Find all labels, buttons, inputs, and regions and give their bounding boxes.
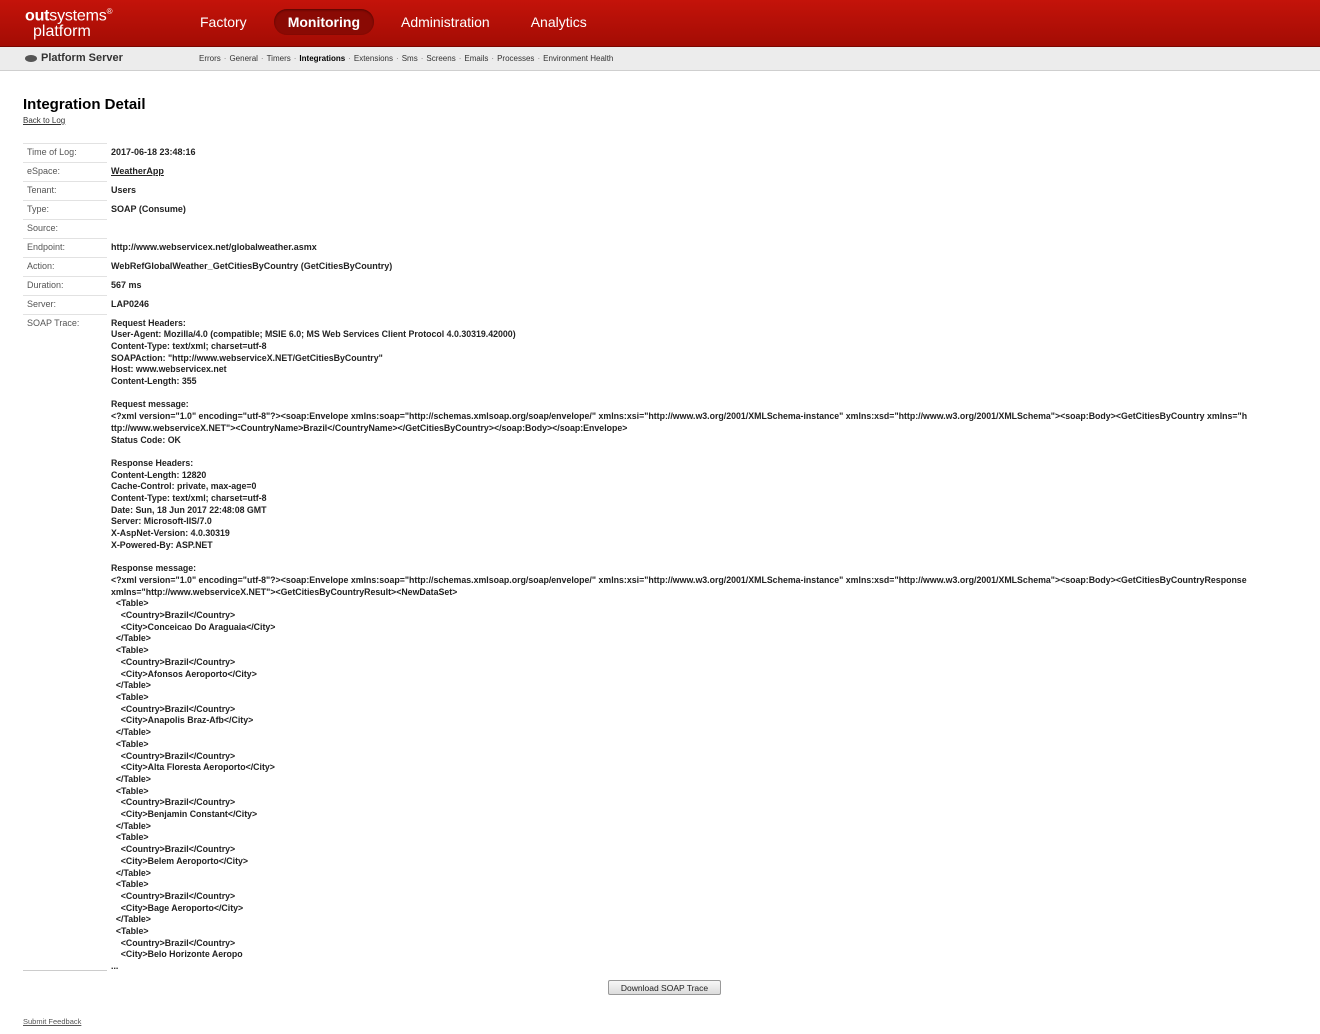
endpoint-label: Endpoint:	[23, 238, 107, 258]
type-label: Type:	[23, 200, 107, 220]
soap-trace-label: SOAP Trace:	[23, 313, 107, 976]
action-label: Action:	[23, 257, 107, 277]
detail-row-soap-trace: SOAP Trace: Request Headers: User-Agent:…	[23, 313, 1248, 976]
duration-value: 567 ms	[111, 279, 142, 290]
sub-nav: Errors · General · Timers · Integrations · Exten…	[199, 54, 614, 63]
detail-row-time: Time of Log: 2017-06-18 23:48:16	[23, 143, 1247, 163]
main-nav: Factory Monitoring Administration Analyt…	[186, 9, 614, 35]
time-of-log-value: 2017-06-18 23:48:16	[111, 146, 196, 157]
tenant-label: Tenant:	[23, 181, 107, 201]
subnav-extensions[interactable]: Extensions	[354, 54, 393, 63]
soap-trace-text: Request Headers: User-Agent: Mozilla/4.0…	[111, 317, 1248, 972]
back-to-log-link[interactable]: Back to Log	[23, 116, 65, 125]
subnav-processes[interactable]: Processes	[497, 54, 534, 63]
logo-line1: outsystems®	[25, 7, 113, 25]
detail-row-tenant: Tenant: Users	[23, 181, 1247, 201]
page-title: Integration Detail	[23, 96, 146, 113]
action-value: WebRefGlobalWeather_GetCitiesByCountry (…	[111, 260, 393, 271]
nav-monitoring[interactable]: Monitoring	[273, 9, 374, 35]
detail-row-server: Server: LAP0246	[23, 295, 1247, 315]
eye-icon	[25, 54, 37, 62]
espace-link[interactable]: WeatherApp	[111, 166, 164, 176]
endpoint-value: http://www.webservicex.net/globalweather…	[111, 241, 317, 252]
submit-feedback-link[interactable]: Submit Feedback	[23, 1017, 81, 1026]
server-label: Server:	[23, 295, 107, 315]
nav-analytics[interactable]: Analytics	[517, 9, 601, 35]
detail-row-endpoint: Endpoint: http://www.webservicex.net/glo…	[23, 238, 1247, 258]
table-bottom-divider	[23, 970, 107, 971]
sub-bar: Platform Server Errors · General · Timers · In…	[0, 47, 1320, 71]
nav-administration[interactable]: Administration	[387, 9, 504, 35]
top-bar: outsystems® platform Factory Monitoring …	[0, 0, 1320, 47]
time-of-log-label: Time of Log:	[23, 143, 107, 163]
detail-row-source: Source:	[23, 219, 1247, 239]
server-value: LAP0246	[111, 298, 150, 309]
subnav-timers[interactable]: Timers	[267, 54, 291, 63]
espace-label: eSpace:	[23, 162, 107, 182]
detail-row-espace: eSpace: WeatherApp	[23, 162, 1247, 182]
subnav-integrations[interactable]: Integrations	[299, 54, 345, 63]
logo-line2: platform	[33, 23, 91, 41]
outsystems-logo[interactable]: outsystems® platform	[25, 4, 112, 40]
detail-row-action: Action: WebRefGlobalWeather_GetCitiesByC…	[23, 257, 1247, 277]
source-label: Source:	[23, 219, 107, 239]
subnav-errors[interactable]: Errors	[199, 54, 221, 63]
platform-server-label: Platform Server	[41, 52, 123, 64]
integration-detail-table: Time of Log: 2017-06-18 23:48:16 eSpace:…	[23, 143, 1247, 976]
type-value: SOAP (Consume)	[111, 203, 186, 214]
subnav-general[interactable]: General	[229, 54, 257, 63]
download-soap-trace-button[interactable]: Download SOAP Trace	[608, 980, 721, 995]
subnav-sms[interactable]: Sms	[402, 54, 418, 63]
subnav-emails[interactable]: Emails	[464, 54, 488, 63]
detail-row-duration: Duration: 567 ms	[23, 276, 1247, 296]
source-value	[107, 220, 1247, 239]
duration-label: Duration:	[23, 276, 107, 296]
subnav-environment-health[interactable]: Environment Health	[543, 54, 613, 63]
platform-server-title[interactable]: Platform Server	[25, 52, 123, 64]
nav-factory[interactable]: Factory	[186, 9, 261, 35]
detail-row-type: Type: SOAP (Consume)	[23, 200, 1247, 220]
tenant-value: Users	[111, 184, 137, 195]
subnav-screens[interactable]: Screens	[426, 54, 455, 63]
